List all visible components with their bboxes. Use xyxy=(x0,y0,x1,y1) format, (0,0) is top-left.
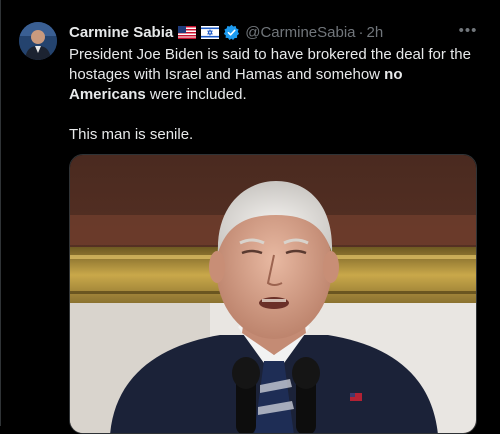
more-options-icon[interactable]: ••• xyxy=(458,20,478,40)
tweet-header: Carmine Sabia @CarmineSabia · 2h xyxy=(69,22,383,42)
tweet-card[interactable]: Carmine Sabia @CarmineSabia · 2h ••• Pre… xyxy=(0,0,500,434)
timestamp[interactable]: 2h xyxy=(367,24,384,41)
tweet-text-part: were included. xyxy=(145,86,247,103)
separator-dot: · xyxy=(358,23,364,41)
verified-badge-icon[interactable] xyxy=(223,24,240,41)
author-name[interactable]: Carmine Sabia xyxy=(69,24,173,41)
author-handle[interactable]: @CarmineSabia xyxy=(245,24,355,41)
us-flag-icon xyxy=(178,25,197,39)
tweet-photo[interactable] xyxy=(69,154,477,434)
tweet-text-part: President Joe Biden is said to have brok… xyxy=(69,46,471,83)
tweet-paragraph-1: President Joe Biden is said to have brok… xyxy=(69,45,479,105)
tweet-text: President Joe Biden is said to have brok… xyxy=(69,45,479,145)
avatar[interactable] xyxy=(19,22,57,60)
israel-flag-icon xyxy=(201,25,220,39)
tweet-paragraph-2: This man is senile. xyxy=(69,126,194,143)
